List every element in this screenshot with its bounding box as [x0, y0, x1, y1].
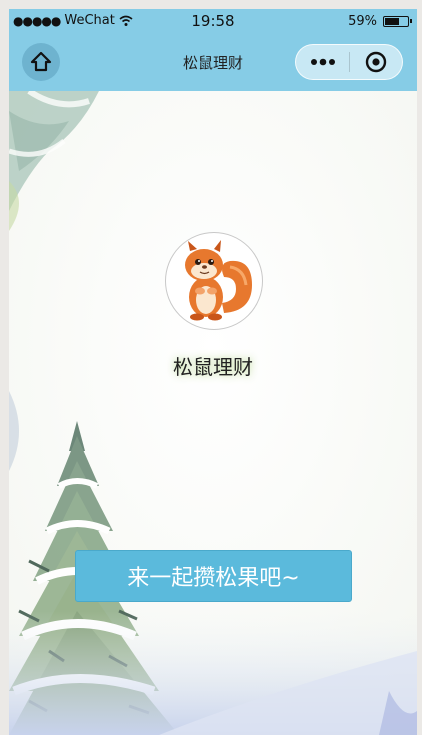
status-bar: ●●●●● WeChat 19:58 59%: [9, 9, 417, 35]
close-button[interactable]: [350, 45, 402, 79]
squirrel-avatar: [185, 240, 252, 321]
more-button[interactable]: [296, 45, 349, 79]
target-close-icon: [365, 51, 387, 73]
app-name: 松鼠理财: [173, 355, 253, 379]
status-right: 59%: [348, 14, 412, 29]
start-button[interactable]: 来一起攒松果吧~: [75, 550, 352, 602]
main-content: 松鼠理财 来一起攒松果吧~: [9, 91, 417, 735]
battery-percent: 59%: [348, 14, 377, 29]
menu-capsule: [295, 44, 403, 80]
winter-watercolor-background: [9, 91, 417, 735]
battery-icon: [383, 16, 412, 27]
navigation-bar: 松鼠理财: [9, 35, 417, 91]
phone-screen: ●●●●● WeChat 19:58 59% 松鼠理财 松鼠理财 来一起攒松果吧…: [9, 9, 417, 735]
avatar: [165, 232, 263, 330]
more-dots-icon: [310, 58, 335, 66]
